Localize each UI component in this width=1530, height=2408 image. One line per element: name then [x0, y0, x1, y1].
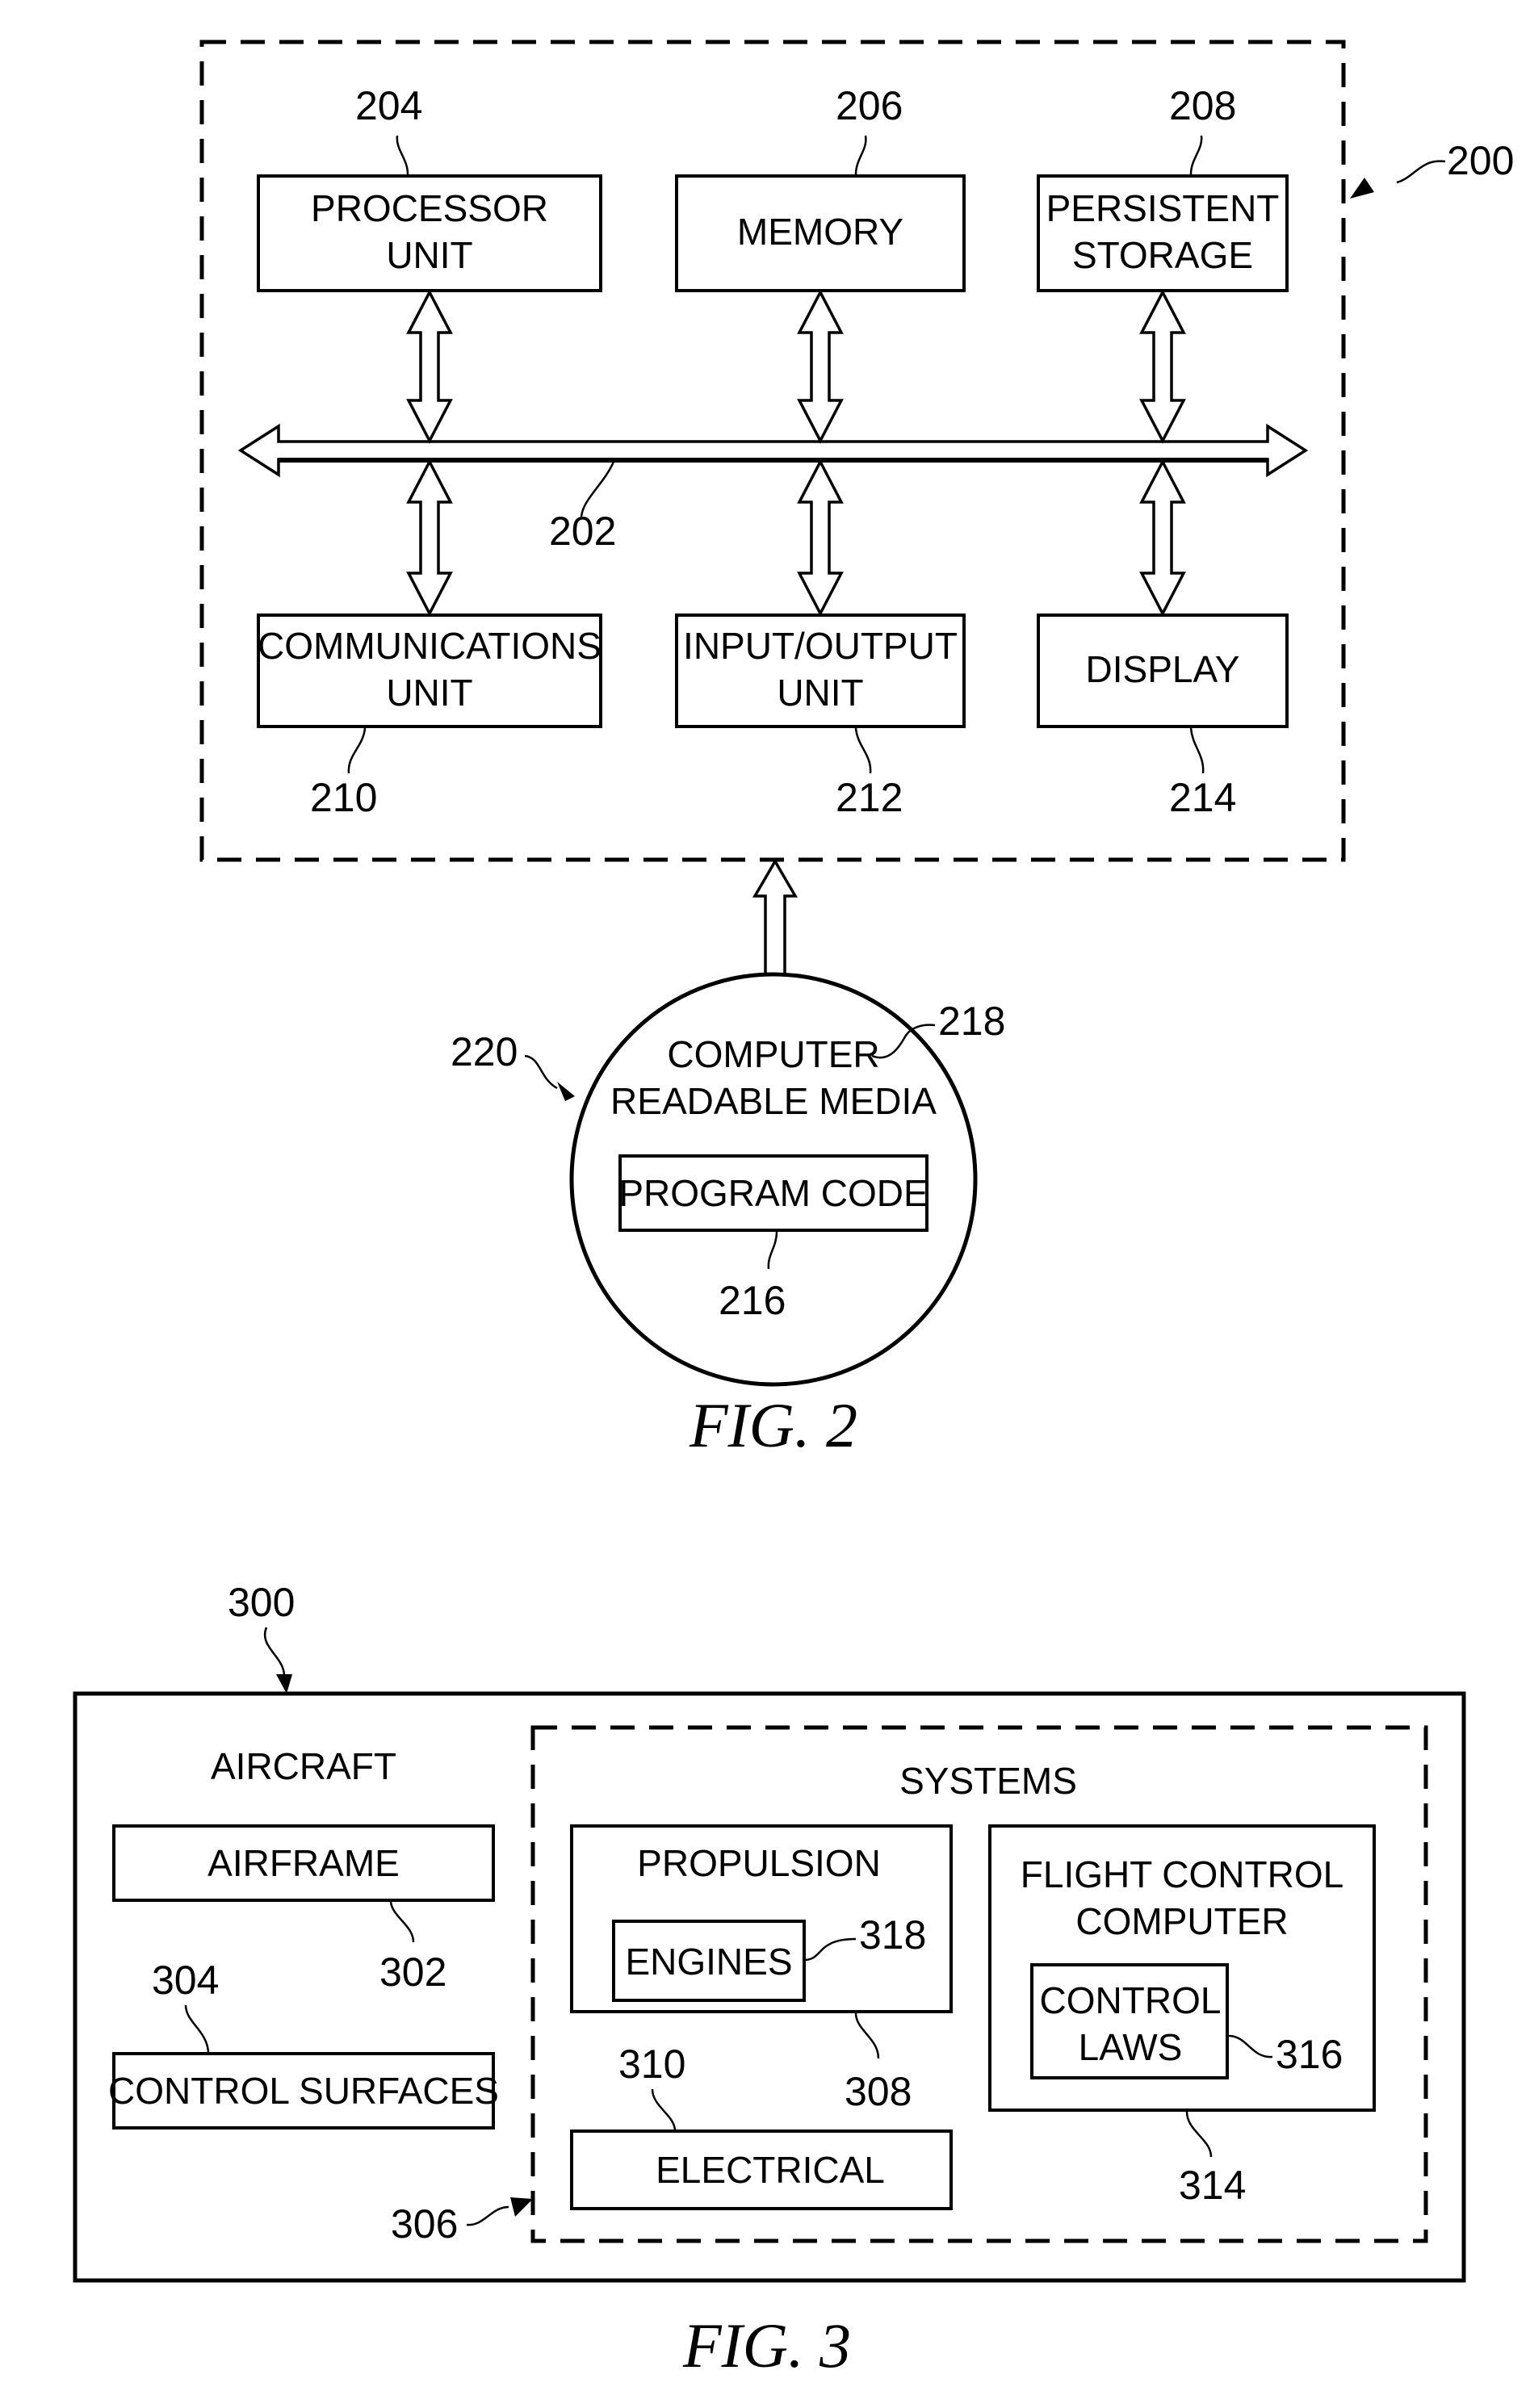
leader-212	[854, 727, 872, 774]
ref-200: 200	[1447, 138, 1514, 183]
leader-210	[347, 727, 367, 774]
ref-218: 218	[938, 999, 1005, 1044]
bus-connector-bottom-2	[1139, 459, 1186, 617]
bus-connector-top-0	[406, 289, 453, 444]
control-surfaces-label: CONTROL SURFACES	[108, 2070, 499, 2112]
ref-220: 220	[451, 1029, 518, 1074]
leader-304	[184, 2004, 210, 2053]
communications-unit-label-1: COMMUNICATIONS	[258, 625, 602, 667]
control-laws-label-1: CONTROL	[1040, 1979, 1222, 2021]
ref-214: 214	[1169, 775, 1236, 820]
engines-label: ENGINES	[625, 1941, 792, 1983]
ref-302: 302	[379, 1949, 446, 1995]
leader-300	[263, 1627, 286, 1677]
input-output-unit-label-1: INPUT/OUTPUT	[683, 625, 958, 667]
ref-204: 204	[355, 83, 422, 128]
bus-connector-top-2	[1139, 289, 1186, 444]
arrowhead-200	[1350, 178, 1374, 199]
arrowhead-220	[557, 1082, 575, 1101]
communications-bus	[237, 423, 1309, 478]
display-label: DISPLAY	[1086, 648, 1240, 690]
airframe-label: AIRFRAME	[207, 1842, 400, 1884]
bus-connector-bottom-1	[797, 459, 844, 617]
ref-310: 310	[618, 2042, 685, 2087]
ref-202: 202	[549, 509, 616, 554]
flight-control-label-1: FLIGHT CONTROL	[1021, 1853, 1343, 1895]
flight-control-label-2: COMPUTER	[1075, 1900, 1288, 1942]
leader-220	[524, 1054, 558, 1090]
ref-300: 300	[228, 1580, 295, 1625]
ref-308: 308	[845, 2069, 912, 2114]
fig3: 300 AIRCRAFT AIRFRAME 302 304 CONTROL SU…	[73, 1580, 1466, 2381]
ref-206: 206	[836, 83, 903, 128]
fig2-caption: FIG. 2	[689, 1390, 857, 1460]
leader-204	[396, 135, 409, 175]
leader-208	[1189, 135, 1203, 175]
systems-label: SYSTEMS	[899, 1760, 1077, 1802]
leader-302	[389, 1901, 415, 1943]
fig3-caption: FIG. 3	[682, 2310, 851, 2381]
leader-308	[854, 2012, 880, 2059]
control-laws-label-2: LAWS	[1079, 2026, 1183, 2068]
media-to-system-arrow	[752, 858, 799, 978]
ref-316: 316	[1276, 2032, 1343, 2077]
memory-label: MEMORY	[737, 211, 903, 253]
leader-314	[1185, 2111, 1213, 2158]
arrowhead-300	[276, 1674, 292, 1694]
media-label-2: READABLE MEDIA	[610, 1080, 937, 1122]
processor-unit-label-2: UNIT	[386, 234, 472, 276]
arrowhead-306	[510, 2197, 533, 2217]
persistent-storage-label-2: STORAGE	[1072, 234, 1253, 276]
leader-206	[854, 135, 867, 175]
ref-318: 318	[859, 1912, 926, 1958]
ref-216: 216	[719, 1278, 786, 1323]
leader-214	[1189, 727, 1205, 774]
persistent-storage-label-1: PERSISTENT	[1046, 187, 1280, 229]
processor-unit-label-1: PROCESSOR	[311, 187, 548, 229]
fig2: 200 202 PROCESSOR UNIT 204 MEMORY 206 PE…	[199, 40, 1514, 1460]
ref-304: 304	[152, 1958, 219, 2003]
ref-210: 210	[310, 775, 377, 820]
leader-310	[651, 2088, 677, 2132]
ref-208: 208	[1169, 83, 1236, 128]
leader-200	[1396, 160, 1446, 184]
ref-306: 306	[391, 2201, 458, 2247]
propulsion-label: PROPULSION	[637, 1842, 881, 1884]
patent-drawing-sheet: 200 202 PROCESSOR UNIT 204 MEMORY 206 PE…	[73, 40, 1514, 2381]
aircraft-label: AIRCRAFT	[211, 1745, 396, 1787]
bus-connector-bottom-0	[406, 459, 453, 617]
ref-212: 212	[836, 775, 903, 820]
bus-connector-top-1	[797, 289, 844, 444]
media-label-1: COMPUTER	[667, 1033, 879, 1075]
program-code-label: PROGRAM CODE	[618, 1172, 928, 1214]
communications-unit-label-2: UNIT	[386, 672, 472, 714]
leader-306	[466, 2205, 509, 2226]
electrical-label: ELECTRICAL	[656, 2149, 885, 2191]
ref-314: 314	[1179, 2163, 1246, 2208]
input-output-unit-label-2: UNIT	[777, 672, 863, 714]
